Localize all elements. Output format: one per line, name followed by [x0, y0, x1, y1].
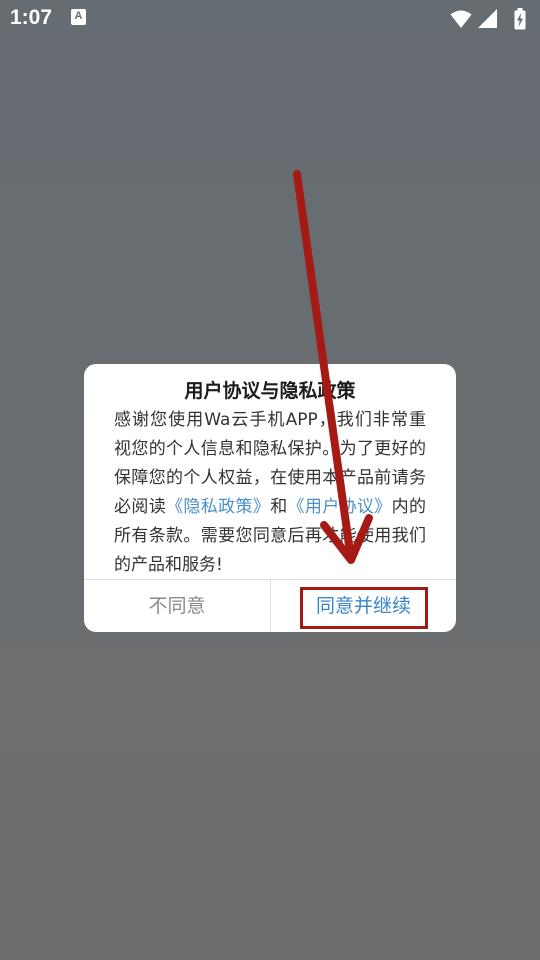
status-icons: [450, 6, 530, 30]
privacy-policy-link[interactable]: 《隐私政策》: [166, 497, 270, 517]
keyboard-notification-icon: A: [71, 9, 86, 25]
agree-continue-button[interactable]: 同意并继续: [271, 580, 456, 632]
signal-icon: [478, 9, 497, 28]
battery-charging-icon: [514, 8, 526, 30]
dialog-title: 用户协议与隐私政策: [184, 380, 356, 402]
disagree-button[interactable]: 不同意: [84, 580, 270, 632]
user-agreement-link[interactable]: 《用户协议》: [288, 497, 392, 517]
privacy-dialog: 用户协议与隐私政策 感谢您使用Wa云手机APP，我们非常重视您的个人信息和隐私保…: [84, 364, 456, 632]
status-time: 1:07: [10, 6, 53, 29]
dialog-body: 感谢您使用Wa云手机APP，我们非常重视您的个人信息和隐私保护。为了更好的保障您…: [114, 406, 426, 580]
body-conjunction: 和: [270, 497, 288, 517]
wifi-icon: [450, 10, 472, 28]
status-bar: 1:07 A: [0, 0, 540, 36]
